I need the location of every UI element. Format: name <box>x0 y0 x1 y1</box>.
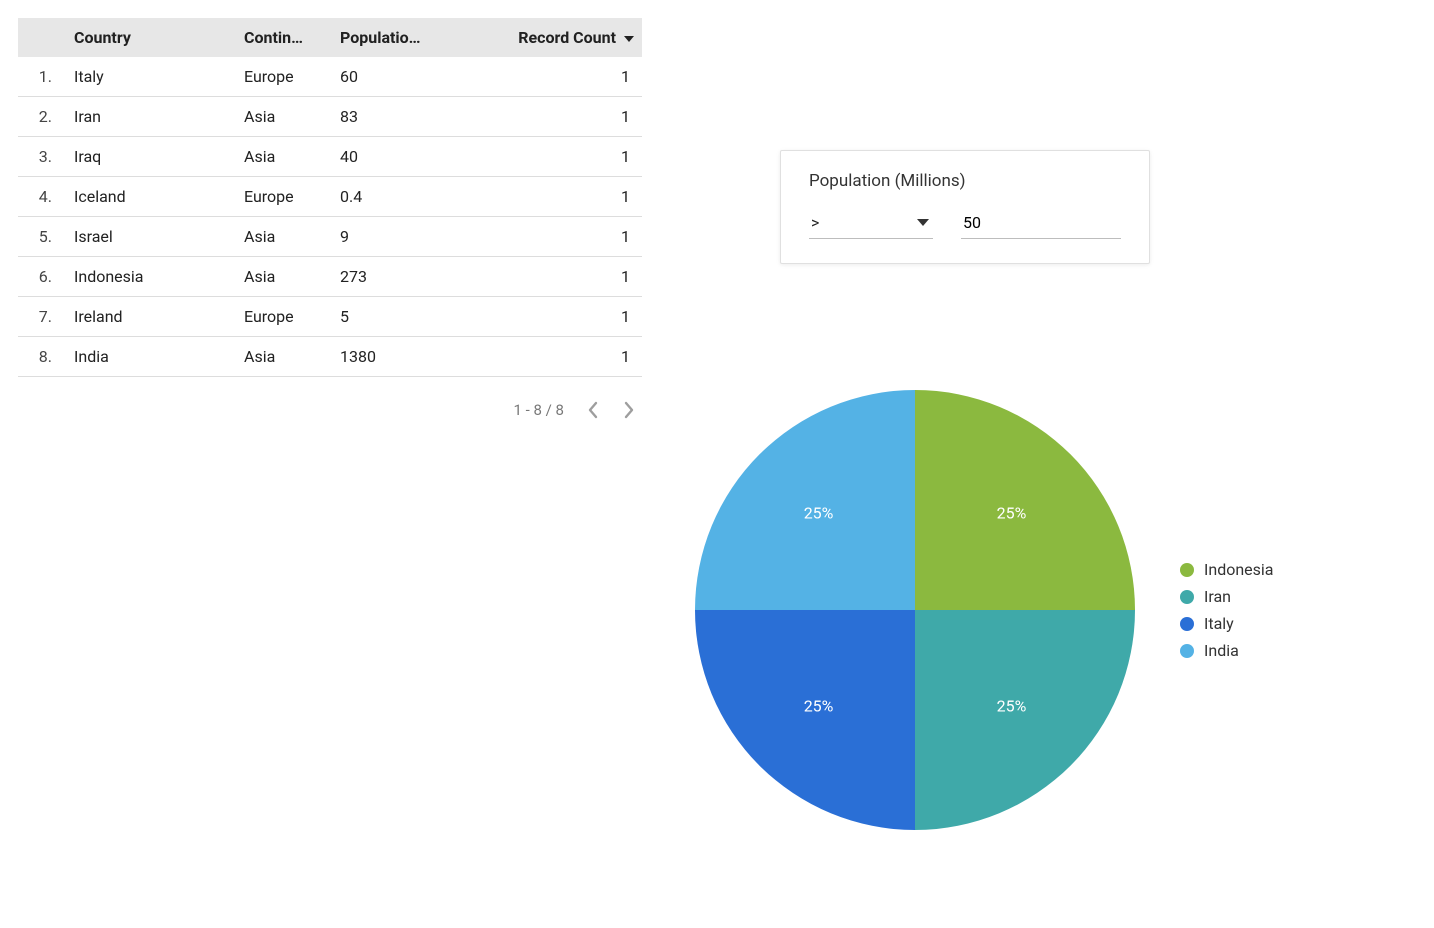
pie-slice-label: 25% <box>997 696 1027 715</box>
table-pager: 1 - 8 / 8 <box>18 400 642 420</box>
cell-index: 7. <box>18 297 66 337</box>
cell-country: Ireland <box>66 297 236 337</box>
cell-country: Iraq <box>66 137 236 177</box>
table-row[interactable]: 6.IndonesiaAsia2731 <box>18 257 642 297</box>
cell-continent: Europe <box>236 177 332 217</box>
cell-country: Indonesia <box>66 257 236 297</box>
cell-record-count: 1 <box>462 257 642 297</box>
pie-slice[interactable] <box>915 390 1135 610</box>
cell-record-count: 1 <box>462 297 642 337</box>
cell-index: 8. <box>18 337 66 377</box>
cell-country: Italy <box>66 57 236 97</box>
table-row[interactable]: 3.IraqAsia401 <box>18 137 642 177</box>
legend-swatch <box>1180 590 1194 604</box>
table-row[interactable]: 4.IcelandEurope0.41 <box>18 177 642 217</box>
legend-item[interactable]: Indonesia <box>1180 560 1274 579</box>
cell-population: 40 <box>332 137 462 177</box>
country-data-table: Country Contin… Populatio… Record Count … <box>18 18 642 377</box>
pie-slice[interactable] <box>695 610 915 830</box>
pie-slice-label: 25% <box>997 504 1027 523</box>
cell-continent: Asia <box>236 257 332 297</box>
chevron-left-icon <box>586 400 600 420</box>
cell-index: 1. <box>18 57 66 97</box>
cell-continent: Europe <box>236 57 332 97</box>
pie-slice[interactable] <box>915 610 1135 830</box>
legend-item[interactable]: Iran <box>1180 587 1274 606</box>
filter-title: Population (Millions) <box>809 171 1121 191</box>
pager-prev-button[interactable] <box>586 400 600 420</box>
cell-record-count: 1 <box>462 137 642 177</box>
table-row[interactable]: 5.IsraelAsia91 <box>18 217 642 257</box>
pager-range: 1 - 8 / 8 <box>513 401 564 419</box>
pie-slice[interactable] <box>695 390 915 610</box>
chevron-down-icon <box>917 219 929 226</box>
legend-swatch <box>1180 617 1194 631</box>
legend-swatch <box>1180 644 1194 658</box>
cell-population: 9 <box>332 217 462 257</box>
cell-population: 60 <box>332 57 462 97</box>
cell-population: 83 <box>332 97 462 137</box>
cell-index: 6. <box>18 257 66 297</box>
sort-desc-icon <box>624 36 634 42</box>
pie-legend: Indonesia Iran Italy India <box>1180 560 1274 660</box>
cell-continent: Europe <box>236 297 332 337</box>
cell-country: Iran <box>66 97 236 137</box>
cell-record-count: 1 <box>462 57 642 97</box>
cell-population: 5 <box>332 297 462 337</box>
record-count-pie-chart: 25% 25% 25% 25% Indonesia Iran Italy India <box>680 360 1400 860</box>
cell-continent: Asia <box>236 337 332 377</box>
table-row[interactable]: 7.IrelandEurope51 <box>18 297 642 337</box>
cell-record-count: 1 <box>462 337 642 377</box>
chevron-right-icon <box>622 400 636 420</box>
table-row[interactable]: 1.ItalyEurope601 <box>18 57 642 97</box>
cell-record-count: 1 <box>462 97 642 137</box>
cell-country: India <box>66 337 236 377</box>
table-row[interactable]: 8.IndiaAsia13801 <box>18 337 642 377</box>
filter-value-input[interactable] <box>961 209 1121 239</box>
cell-population: 1380 <box>332 337 462 377</box>
col-header-continent[interactable]: Contin… <box>236 18 332 57</box>
col-header-index[interactable] <box>18 18 66 57</box>
col-header-country[interactable]: Country <box>66 18 236 57</box>
filter-operator-value: > <box>811 213 819 232</box>
legend-label: Iran <box>1204 587 1231 606</box>
cell-population: 273 <box>332 257 462 297</box>
col-header-population[interactable]: Populatio… <box>332 18 462 57</box>
cell-index: 3. <box>18 137 66 177</box>
pager-next-button[interactable] <box>622 400 636 420</box>
cell-index: 2. <box>18 97 66 137</box>
cell-country: Iceland <box>66 177 236 217</box>
table-row[interactable]: 2.IranAsia831 <box>18 97 642 137</box>
cell-index: 4. <box>18 177 66 217</box>
cell-country: Israel <box>66 217 236 257</box>
pie-chart-svg: 25% 25% 25% 25% <box>680 375 1150 845</box>
population-filter-card: Population (Millions) > <box>780 150 1150 264</box>
legend-label: Indonesia <box>1204 560 1274 579</box>
cell-continent: Asia <box>236 217 332 257</box>
legend-swatch <box>1180 563 1194 577</box>
pie-slice-label: 25% <box>804 504 834 523</box>
cell-population: 0.4 <box>332 177 462 217</box>
cell-record-count: 1 <box>462 177 642 217</box>
col-header-record-count[interactable]: Record Count <box>462 18 642 57</box>
legend-item[interactable]: Italy <box>1180 614 1274 633</box>
col-header-record-count-label: Record Count <box>518 28 616 47</box>
legend-item[interactable]: India <box>1180 641 1274 660</box>
legend-label: India <box>1204 641 1239 660</box>
cell-index: 5. <box>18 217 66 257</box>
cell-continent: Asia <box>236 137 332 177</box>
pie-slice-label: 25% <box>804 696 834 715</box>
cell-record-count: 1 <box>462 217 642 257</box>
legend-label: Italy <box>1204 614 1234 633</box>
cell-continent: Asia <box>236 97 332 137</box>
filter-operator-select[interactable]: > <box>809 209 933 239</box>
